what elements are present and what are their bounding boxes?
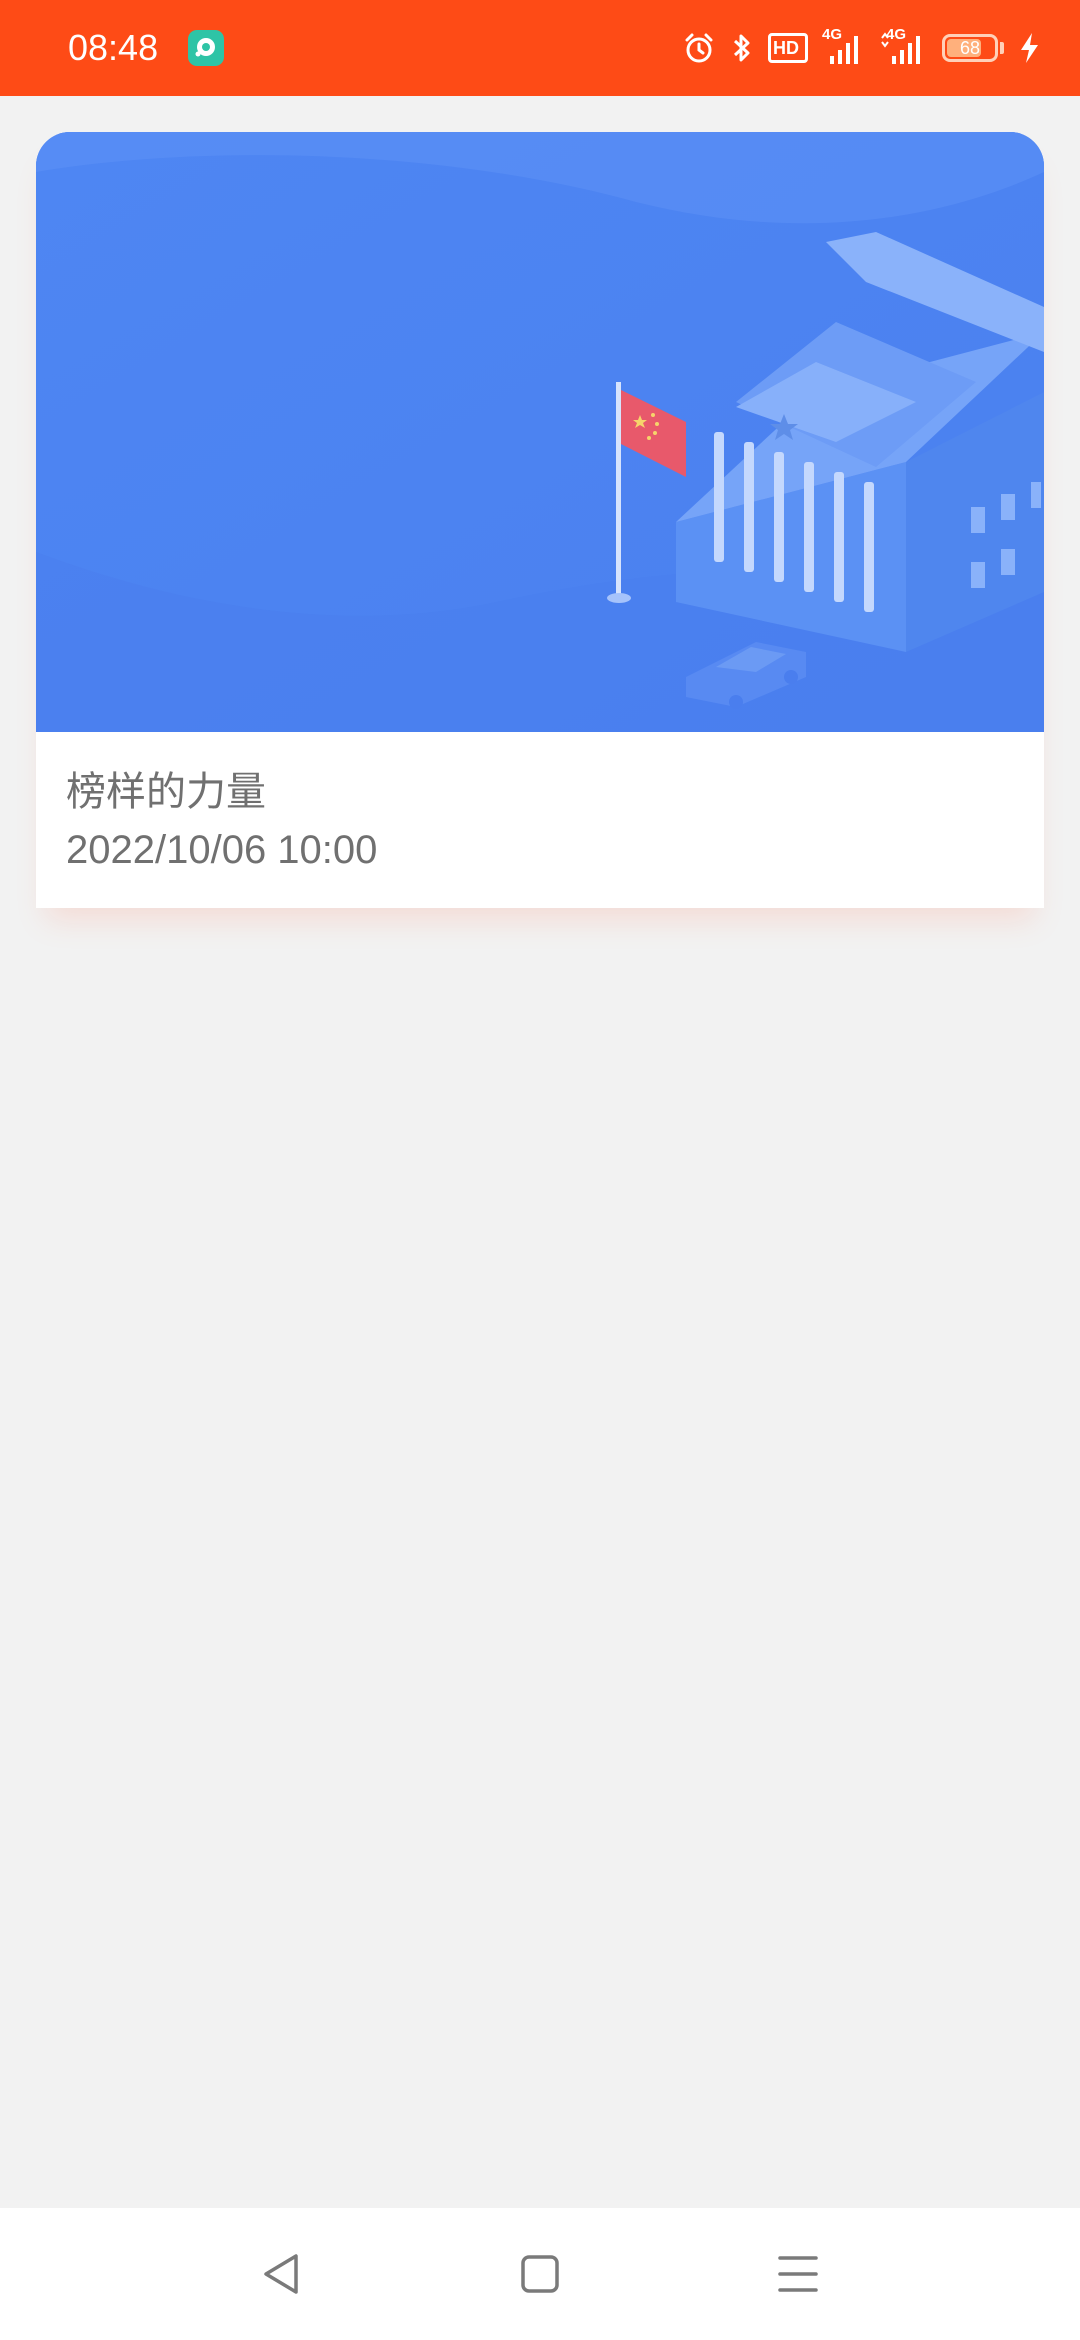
- menu-button[interactable]: [762, 2238, 834, 2310]
- hd-icon: HD: [768, 33, 808, 63]
- signal-bars-icon: [881, 32, 920, 64]
- status-icons: HD 4G 4G 68: [682, 26, 1040, 70]
- signal-2: 4G: [880, 26, 928, 66]
- government-building-illustration: [36, 132, 1044, 732]
- charging-icon: [1021, 33, 1038, 63]
- navigation-bar: [0, 2208, 1080, 2340]
- article-card[interactable]: 榜样的力量 2022/10/06 10:00: [36, 132, 1044, 908]
- card-cover-image[interactable]: [36, 132, 1044, 732]
- card-title[interactable]: 榜样的力量: [66, 764, 377, 820]
- bluetooth-icon: [733, 34, 750, 62]
- back-triangle-icon: [264, 2254, 298, 2294]
- signal-bars-icon: [830, 36, 858, 64]
- battery-icon: 68: [942, 34, 998, 62]
- card-text-block: 榜样的力量 2022/10/06 10:00: [66, 764, 377, 880]
- back-button[interactable]: [246, 2238, 318, 2310]
- app-notification-icon: [188, 30, 224, 66]
- card-datetime: 2022/10/06 10:00: [66, 828, 378, 872]
- status-bar: 08:48 HD 4G 4G 68: [0, 0, 1080, 96]
- battery-level: 68: [959, 38, 981, 58]
- status-time: 08:48: [68, 27, 159, 68]
- hd-label: HD: [773, 38, 799, 58]
- alarm-icon: [685, 33, 713, 63]
- home-square-icon: [521, 2255, 559, 2293]
- signal-1: 4G: [822, 26, 866, 66]
- menu-lines-icon: [778, 2256, 818, 2292]
- home-button[interactable]: [504, 2238, 576, 2310]
- battery-cap: [1000, 42, 1004, 54]
